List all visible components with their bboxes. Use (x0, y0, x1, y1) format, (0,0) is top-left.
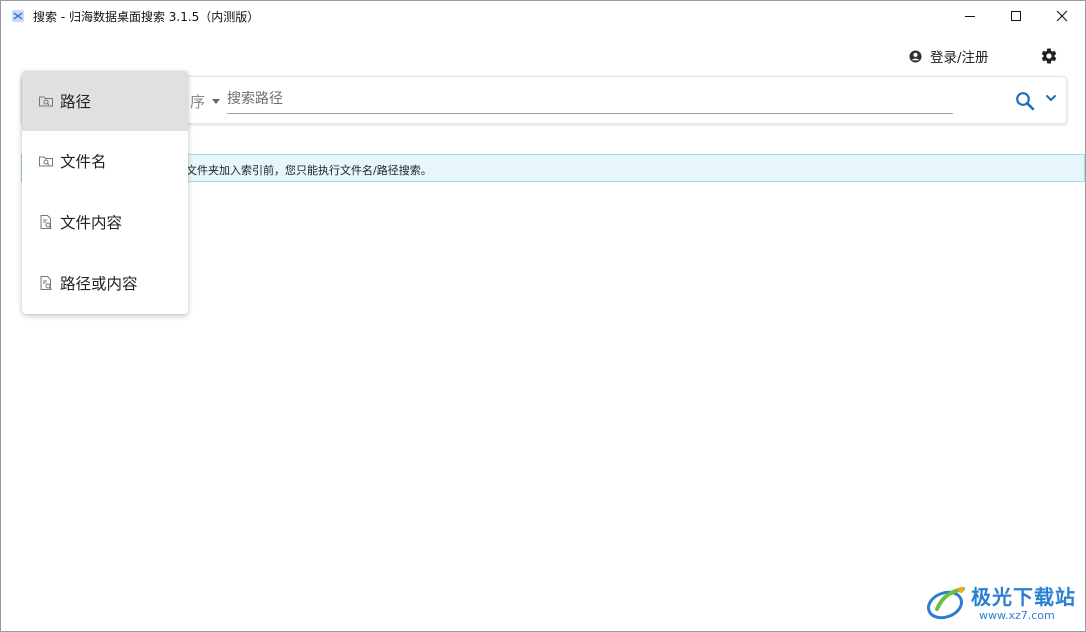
app-logo-icon (12, 10, 24, 22)
folder-search-icon (39, 96, 53, 107)
file-search-icon (40, 276, 52, 290)
login-register-label: 登录/注册 (930, 50, 989, 66)
watermark-url: www.xz7.com (979, 609, 1055, 622)
folder-search-icon (39, 156, 53, 167)
menu-item-path[interactable]: 路径 (22, 71, 188, 131)
sort-selector-label[interactable]: 序 (190, 91, 205, 112)
watermark-logo: 极光下载站 www.xz7.com (925, 579, 1081, 627)
info-banner-text: 文件夹加入索引前，您只能执行文件名/路径搜索。 (186, 164, 432, 177)
minimize-icon (965, 16, 975, 17)
gear-icon[interactable] (1040, 47, 1058, 65)
aurora-logo-icon (927, 587, 965, 620)
search-icon[interactable] (1015, 91, 1035, 111)
menu-item-path-or-content[interactable]: 路径或内容 (22, 253, 188, 313)
caret-down-icon[interactable] (212, 99, 220, 104)
user-circle-icon (909, 49, 922, 63)
menu-item-label: 路径或内容 (60, 275, 138, 293)
maximize-icon (1011, 11, 1021, 21)
menu-item-label: 文件内容 (60, 214, 123, 232)
menu-item-file-content[interactable]: 文件内容 (22, 192, 188, 252)
title-bar: 搜索 - 归海数据桌面搜索 3.1.5（内测版） (1, 1, 1085, 31)
watermark-name: 极光下载站 (971, 585, 1076, 609)
maximize-button[interactable] (993, 1, 1039, 31)
menu-item-label: 文件名 (60, 153, 107, 171)
search-input[interactable] (227, 87, 953, 114)
file-search-icon (40, 215, 52, 229)
app-window: 搜索 - 归海数据桌面搜索 3.1.5（内测版） 登录/注册 序 搜索路径 文件… (0, 0, 1086, 632)
close-button[interactable] (1039, 1, 1085, 31)
menu-item-filename[interactable]: 文件名 (22, 131, 188, 191)
menu-item-label: 路径 (60, 93, 92, 111)
close-icon (1056, 10, 1068, 22)
minimize-button[interactable] (947, 1, 993, 31)
search-mode-menu: 路径 文件名 文件内容 路径或内容 (22, 71, 188, 314)
chevron-down-icon[interactable] (1045, 93, 1057, 103)
window-title: 搜索 - 归海数据桌面搜索 3.1.5（内测版） (33, 10, 260, 24)
login-register-button[interactable]: 登录/注册 (909, 46, 989, 66)
